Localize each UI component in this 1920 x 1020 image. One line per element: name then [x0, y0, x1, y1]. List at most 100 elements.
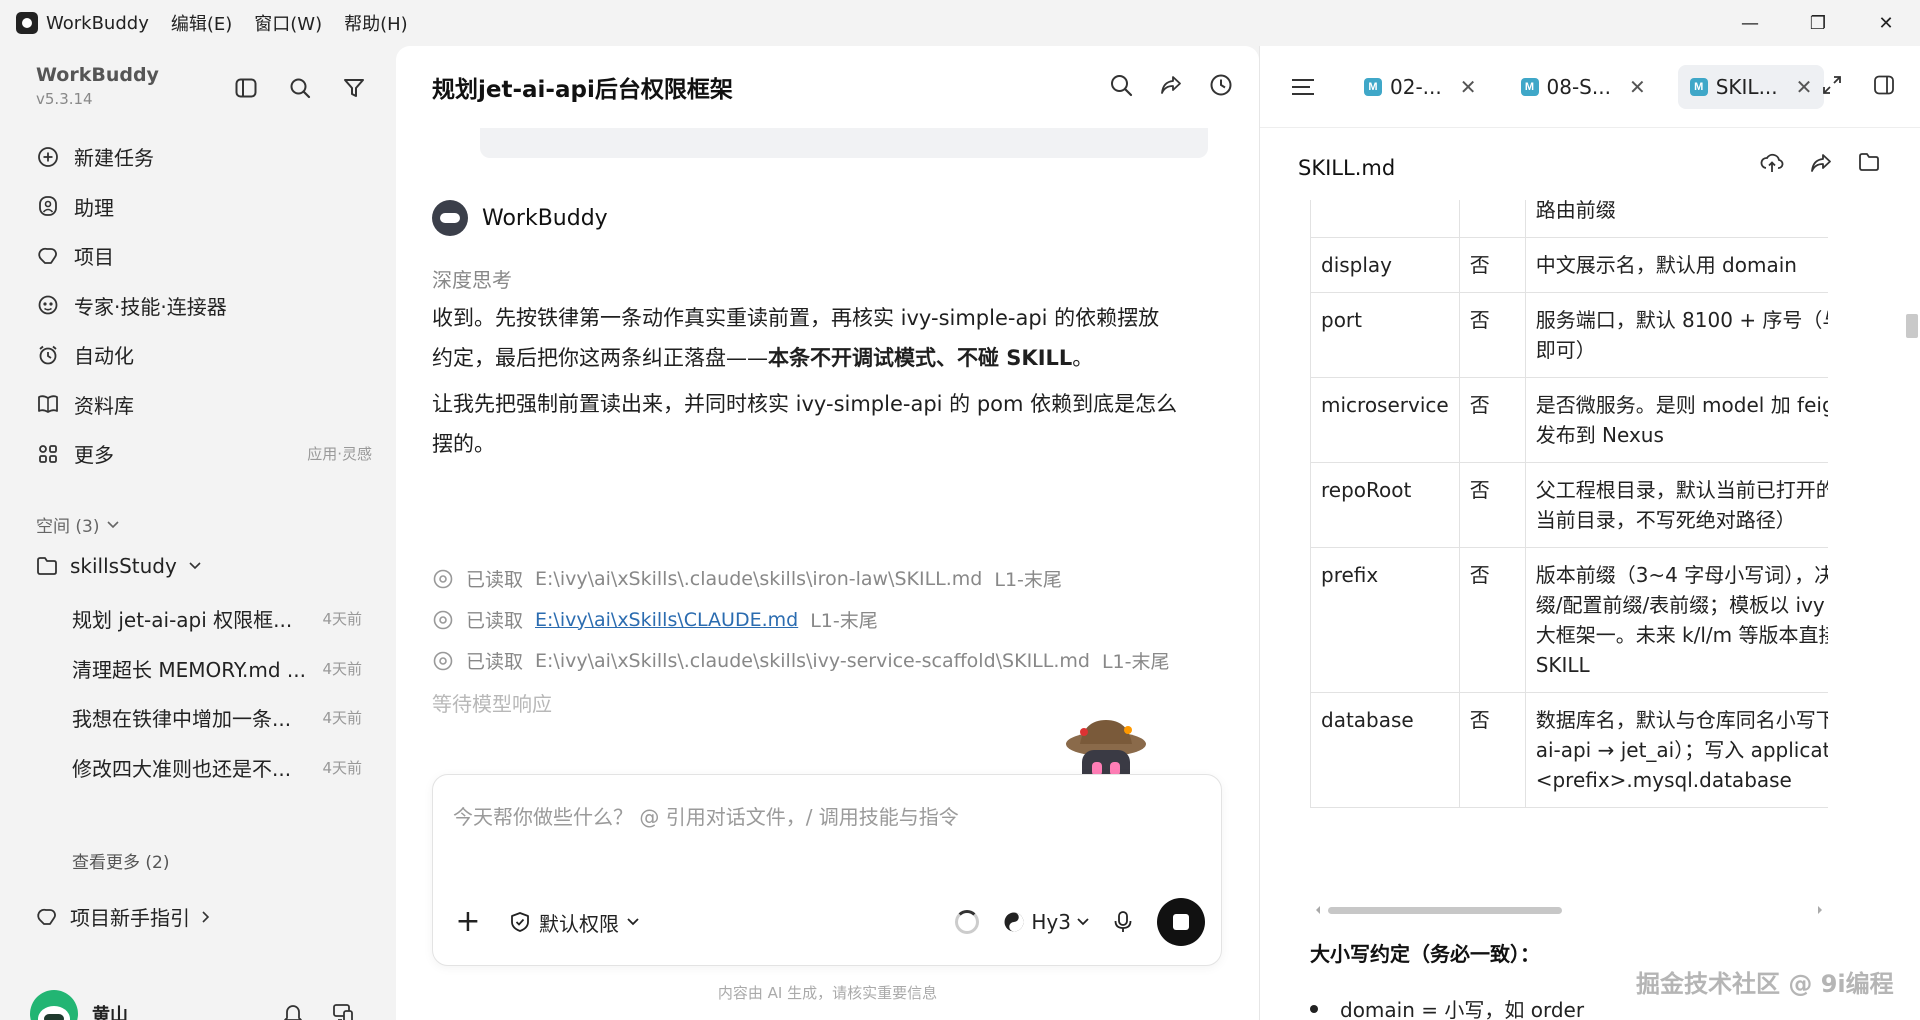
close-button[interactable]: ✕	[1852, 0, 1920, 46]
previous-code-block	[480, 128, 1208, 158]
reply-paragraph-1: 收到。先按铁律第一条动作真实重读前置，再核实 ivy-simple-api 的依…	[432, 298, 1222, 378]
file-read-item: 已读取 E:\ivy\ai\xSkills\CLAUDE.md L1-末尾	[432, 599, 1232, 640]
nav-new-task[interactable]: 新建任务	[36, 132, 372, 182]
user-profile[interactable]: 黄山	[30, 990, 128, 1020]
nav-label: 新建任务	[74, 146, 154, 171]
list-item[interactable]: 规划 jet-ai-api 权限框... 4天前	[72, 594, 362, 644]
scrollbar-thumb[interactable]	[1328, 907, 1562, 914]
nav-automation[interactable]: 自动化	[36, 330, 372, 380]
stop-button[interactable]	[1157, 898, 1205, 946]
model-selector[interactable]: Hy3	[1003, 910, 1089, 934]
read-label: 已读取	[466, 569, 524, 591]
case-convention-heading: 大小写约定（务必一致）：	[1310, 942, 1540, 966]
microphone-icon[interactable]	[1113, 910, 1133, 934]
param-name	[1310, 200, 1460, 238]
doc-tab-active[interactable]: M SKIL... ✕	[1677, 64, 1825, 109]
bell-icon[interactable]	[282, 1002, 304, 1020]
param-required	[1458, 200, 1526, 238]
device-switch-icon[interactable]	[332, 1002, 354, 1020]
nav-library[interactable]: 资料库	[36, 380, 372, 430]
menu-help[interactable]: 帮助(H)	[344, 10, 408, 36]
nav-experts[interactable]: 专家·技能·连接器	[36, 281, 372, 331]
upload-icon[interactable]	[1760, 152, 1784, 174]
window-controls: — ❐ ✕	[1716, 0, 1920, 46]
filter-icon[interactable]	[340, 74, 368, 102]
space-section-toggle[interactable]: 空间 (3)	[36, 512, 120, 537]
bot-avatar	[432, 200, 468, 236]
share-icon[interactable]	[1159, 73, 1183, 97]
doc-tab-bar: M 02-... ✕ M 08-S... ✕ M SKIL... ✕	[1260, 46, 1920, 128]
space-label: 空间 (3)	[36, 517, 100, 537]
read-label: 已读取	[466, 610, 524, 632]
project-folder[interactable]: skillsStudy	[36, 554, 201, 578]
restore-button[interactable]: ❐	[1784, 0, 1852, 46]
read-range: L1-末尾	[1101, 651, 1170, 673]
read-path-link[interactable]: E:\ivy\ai\xSkills\CLAUDE.md	[535, 609, 798, 631]
folder-icon[interactable]	[1858, 152, 1880, 172]
param-description: 服务端口，默认 8100 + 序号（与 即可）	[1524, 292, 1828, 378]
minimize-button[interactable]: —	[1716, 0, 1784, 46]
param-required: 否	[1458, 692, 1526, 808]
share-icon[interactable]	[1810, 152, 1832, 174]
user-tools	[282, 1002, 354, 1020]
nav-assistant[interactable]: 助理	[36, 182, 372, 232]
read-path[interactable]: E:\ivy\ai\xSkills\.claude\skills\ivy-ser…	[535, 650, 1090, 672]
nav-more[interactable]: 更多 应用·灵感	[36, 429, 372, 479]
scroll-left-icon[interactable]	[1314, 904, 1322, 916]
description-line: 大框架一。未来 k/l/m 等版本直接	[1535, 623, 1828, 647]
nav-project[interactable]: 项目	[36, 231, 372, 281]
doc-tab-label: SKIL...	[1715, 74, 1778, 99]
deep-think-label[interactable]: 深度思考	[432, 264, 512, 293]
markdown-file-icon: M	[1520, 77, 1539, 96]
horizontal-scrollbar[interactable]	[1314, 904, 1824, 916]
list-item[interactable]: 修改四大准则也还是不... 4天前	[72, 743, 362, 793]
file-read-list: 已读取 E:\ivy\ai\xSkills\.claude\skills\iro…	[432, 558, 1232, 681]
search-icon[interactable]	[286, 74, 314, 102]
menu-window[interactable]: 窗口(W)	[254, 10, 322, 36]
history-icon[interactable]	[1209, 73, 1233, 97]
close-icon[interactable]: ✕	[1796, 75, 1813, 99]
message-composer: 今天帮你做些什么？ @ 引用对话文件，/ 调用技能与指令 + 默认权限 Hy3	[432, 774, 1222, 966]
param-description: 父工程根目录，默认当前已打开的 当前目录，不写死绝对路径）	[1524, 462, 1828, 548]
project-guide-link[interactable]: 项目新手指引	[36, 902, 210, 931]
brand: WorkBuddy v5.3.14	[36, 64, 159, 108]
panel-toggle-icon[interactable]	[1873, 74, 1895, 96]
menu-edit[interactable]: 编辑(E)	[171, 10, 232, 36]
task-time: 4天前	[322, 610, 362, 629]
bot-header: WorkBuddy	[432, 200, 608, 236]
add-attachment-button[interactable]: +	[453, 907, 483, 937]
reply-bold-text: 本条不开调试模式、不碰 SKILL	[768, 346, 1073, 370]
task-title: 规划 jet-ai-api 权限框...	[72, 608, 293, 633]
close-icon[interactable]: ✕	[1629, 75, 1646, 99]
watermark: 掘金技术社区 @ 9i编程	[1636, 970, 1894, 998]
table-row: port 否服务端口，默认 8100 + 序号（与 即可）	[1310, 292, 1828, 378]
brand-version: v5.3.14	[36, 90, 93, 108]
message-input[interactable]: 今天帮你做些什么？ @ 引用对话文件，/ 调用技能与指令	[453, 801, 959, 830]
expand-icon[interactable]	[1821, 74, 1843, 96]
chat-panel: 规划jet-ai-api后台权限框架 WorkBuddy 深度思考 收到。先按铁…	[396, 46, 1259, 1020]
list-item[interactable]: 我想在铁律中增加一条... 4天前	[72, 693, 362, 743]
doc-tab[interactable]: M 02-... ✕	[1352, 65, 1489, 109]
app-name: WorkBuddy	[46, 12, 149, 34]
doc-tab[interactable]: M 08-S... ✕	[1509, 65, 1658, 109]
read-path[interactable]: E:\ivy\ai\xSkills\.claude\skills\iron-la…	[535, 568, 982, 590]
file-read-item: 已读取 E:\ivy\ai\xSkills\.claude\skills\ivy…	[432, 640, 1232, 681]
loading-spinner-icon	[955, 910, 980, 934]
menu-icon[interactable]	[1290, 77, 1316, 97]
ai-disclaimer: 内容由 AI 生成，请核实重要信息	[717, 984, 938, 1002]
task-title: 清理超长 MEMORY.md ...	[72, 657, 306, 682]
vertical-scrollbar-thumb[interactable]	[1906, 314, 1918, 338]
table-row: repoRoot 否父工程根目录，默认当前已打开的 当前目录，不写死绝对路径）	[1310, 462, 1828, 548]
permission-dropdown[interactable]: 默认权限	[509, 908, 639, 937]
task-title: 修改四大准则也还是不...	[72, 756, 292, 781]
see-more-link[interactable]: 查看更多 (2)	[72, 848, 169, 873]
doc-tab-label: 02-...	[1390, 74, 1442, 99]
sidebar-toggle-icon[interactable]	[232, 74, 260, 102]
close-icon[interactable]: ✕	[1460, 75, 1477, 99]
list-item[interactable]: 清理超长 MEMORY.md ... 4天前	[72, 644, 362, 694]
alarm-icon	[36, 343, 60, 367]
scroll-right-icon[interactable]	[1816, 904, 1824, 916]
search-icon[interactable]	[1109, 73, 1133, 97]
chat-tools	[1109, 73, 1233, 97]
model-label: Hy3	[1031, 910, 1071, 934]
